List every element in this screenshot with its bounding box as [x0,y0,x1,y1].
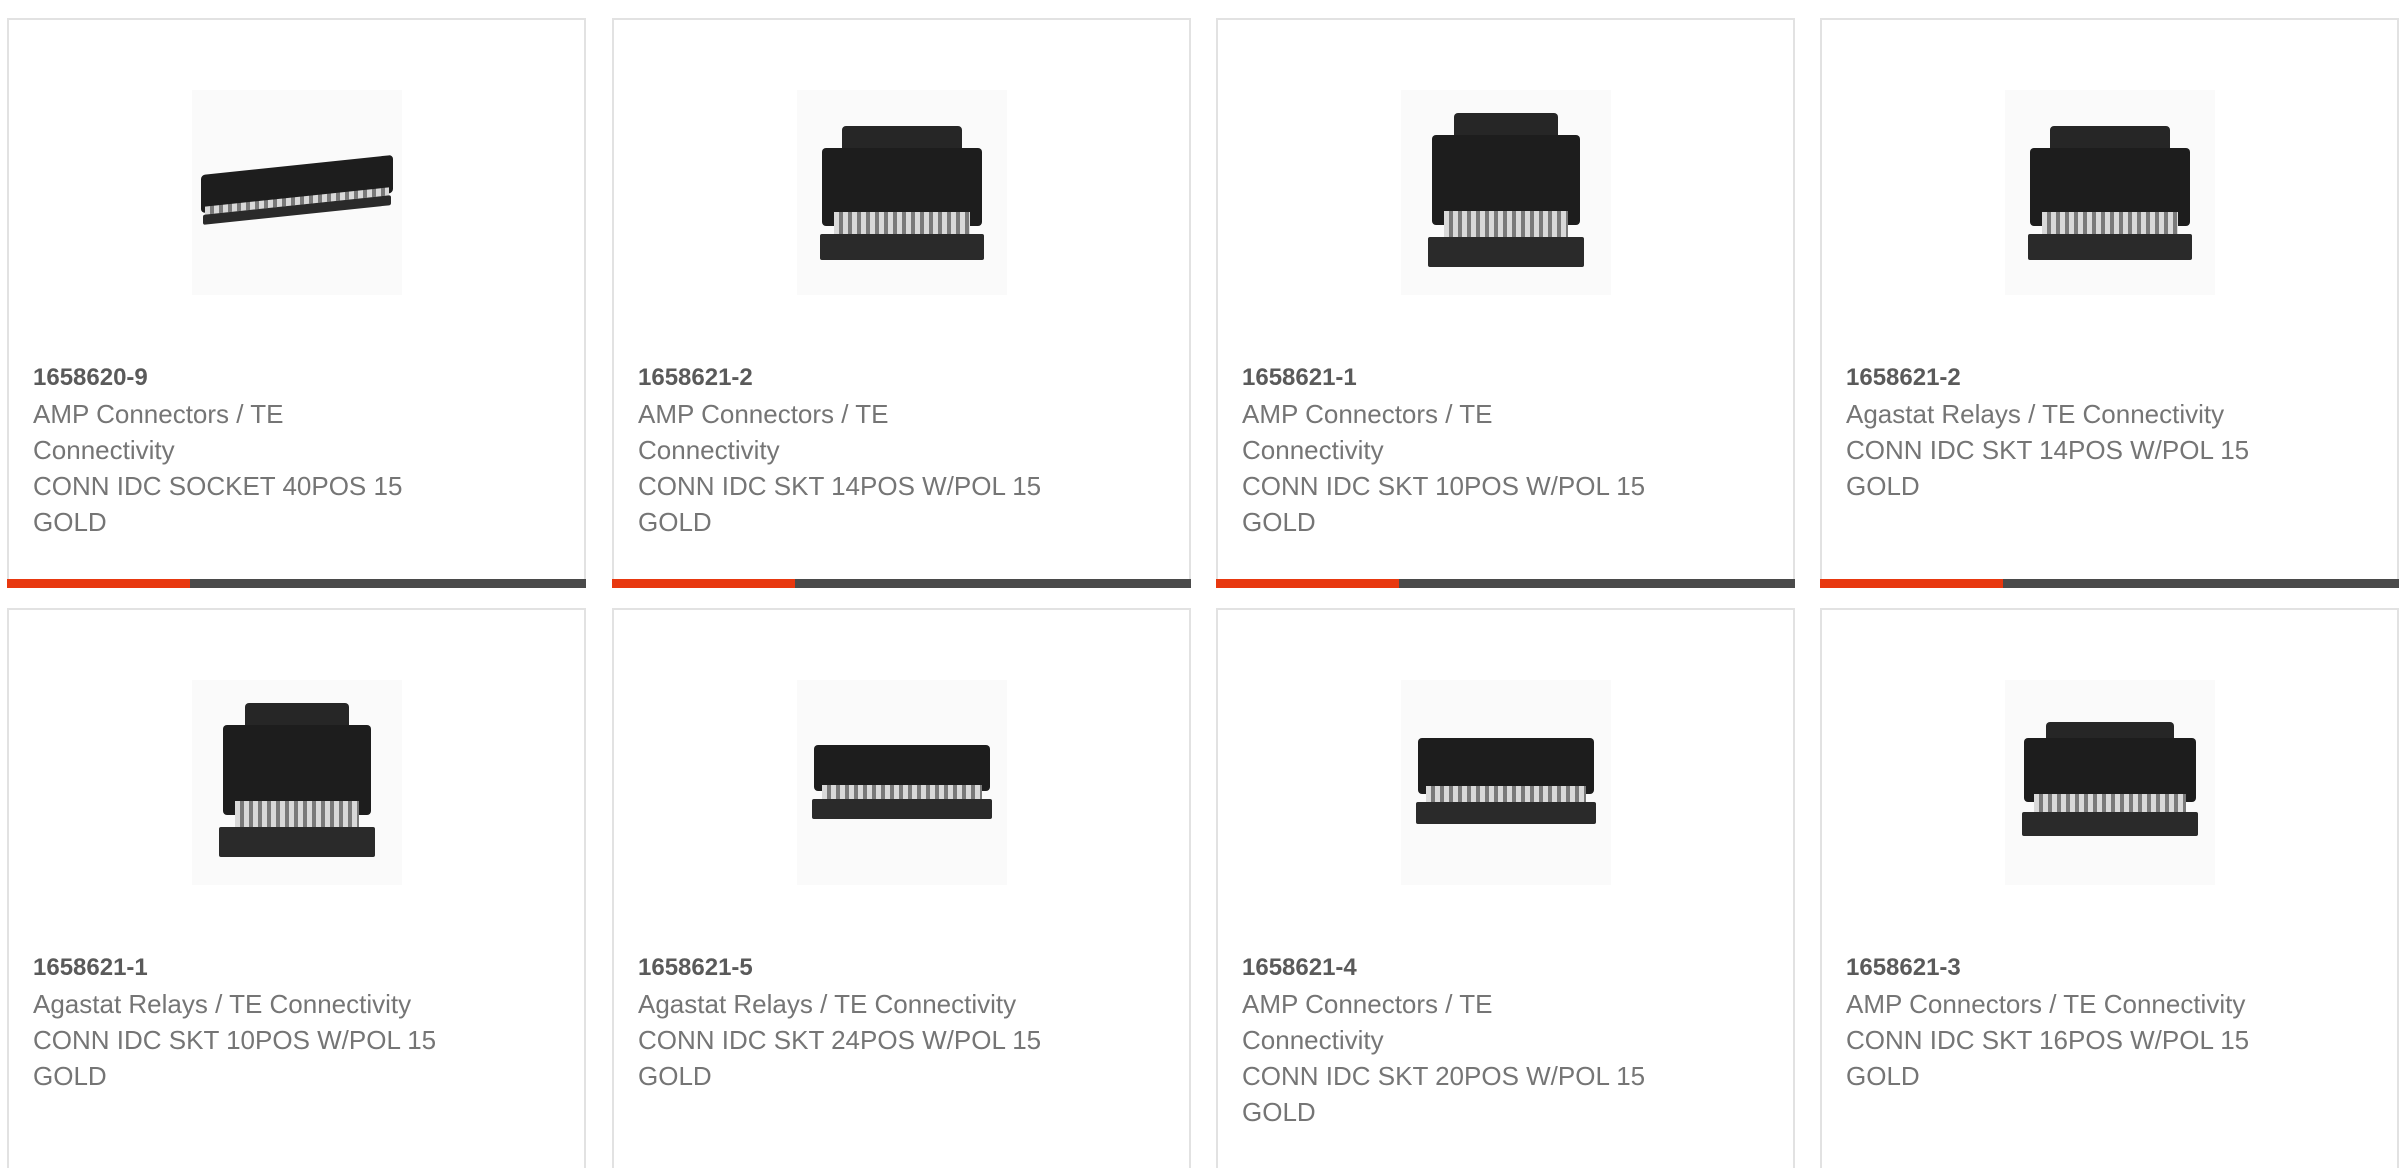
part-number[interactable]: 1658621-5 [638,950,1165,986]
accent-bar [1216,579,1399,588]
idc-socket-10pos-icon [197,693,397,873]
description: CONN IDC SOCKET 40POS 15 GOLD [33,471,403,537]
part-number[interactable]: 1658621-2 [638,360,1165,396]
manufacturer: Agastat Relays / TE Connectivity [1846,399,2225,429]
accent-bar [612,579,795,588]
product-image[interactable] [1400,90,1611,295]
part-number[interactable]: 1658621-2 [1846,360,2373,396]
manufacturer: AMP Connectors / TE Connectivity [1242,399,1493,465]
card-bottom-bar [7,579,586,588]
product-image[interactable] [796,680,1007,885]
part-number[interactable]: 1658621-1 [1242,360,1769,396]
product-image[interactable] [2004,90,2215,295]
description: CONN IDC SKT 10POS W/POL 15 GOLD [1242,471,1646,537]
idc-socket-14pos-icon [2010,108,2210,278]
product-card[interactable]: 1658621-4 AMP Connectors / TE Connectivi… [1216,608,1795,1168]
product-card[interactable]: 1658621-5 Agastat Relays / TE Connectivi… [612,608,1191,1168]
idc-socket-16pos-icon [2010,708,2210,858]
accent-bar [7,579,190,588]
product-card[interactable]: 1658621-3 AMP Connectors / TE Connectivi… [1820,608,2399,1168]
product-card[interactable]: 1658621-1 AMP Connectors / TE Connectivi… [1216,18,1795,588]
product-image[interactable] [191,680,402,885]
product-card[interactable]: 1658620-9 AMP Connectors / TE Connectivi… [7,18,586,588]
manufacturer: Agastat Relays / TE Connectivity [33,989,412,1019]
product-image[interactable] [2004,680,2215,885]
description: CONN IDC SKT 16POS W/POL 15 GOLD [1846,1025,2250,1091]
part-number[interactable]: 1658621-3 [1846,950,2373,986]
description: CONN IDC SKT 14POS W/POL 15 GOLD [638,471,1042,537]
card-bottom-bar [1820,579,2399,588]
idc-socket-24pos-icon [802,723,1002,843]
part-number[interactable]: 1658621-1 [33,950,560,986]
product-card[interactable]: 1658621-1 Agastat Relays / TE Connectivi… [7,608,586,1168]
description: CONN IDC SKT 10POS W/POL 15 GOLD [33,1025,437,1091]
idc-socket-40pos-icon [197,153,397,233]
product-card[interactable]: 1658621-2 Agastat Relays / TE Connectivi… [1820,18,2399,588]
idc-socket-10pos-icon [1406,103,1606,283]
description: CONN IDC SKT 20POS W/POL 15 GOLD [1242,1061,1646,1127]
description: CONN IDC SKT 24POS W/POL 15 GOLD [638,1025,1042,1091]
product-image[interactable] [1400,680,1611,885]
manufacturer: AMP Connectors / TE Connectivity [1846,989,2246,1019]
card-bottom-bar [1216,579,1795,588]
description: CONN IDC SKT 14POS W/POL 15 GOLD [1846,435,2250,501]
manufacturer: Agastat Relays / TE Connectivity [638,989,1017,1019]
product-card[interactable]: 1658621-2 AMP Connectors / TE Connectivi… [612,18,1191,588]
manufacturer: AMP Connectors / TE Connectivity [638,399,889,465]
card-bottom-bar [612,579,1191,588]
idc-socket-14pos-icon [802,108,1002,278]
product-image[interactable] [191,90,402,295]
part-number[interactable]: 1658620-9 [33,360,560,396]
accent-bar [1820,579,2003,588]
idc-socket-20pos-icon [1406,718,1606,848]
product-grid: 1658620-9 AMP Connectors / TE Connectivi… [0,0,2400,1168]
manufacturer: AMP Connectors / TE Connectivity [33,399,284,465]
product-image[interactable] [796,90,1007,295]
manufacturer: AMP Connectors / TE Connectivity [1242,989,1493,1055]
part-number[interactable]: 1658621-4 [1242,950,1769,986]
